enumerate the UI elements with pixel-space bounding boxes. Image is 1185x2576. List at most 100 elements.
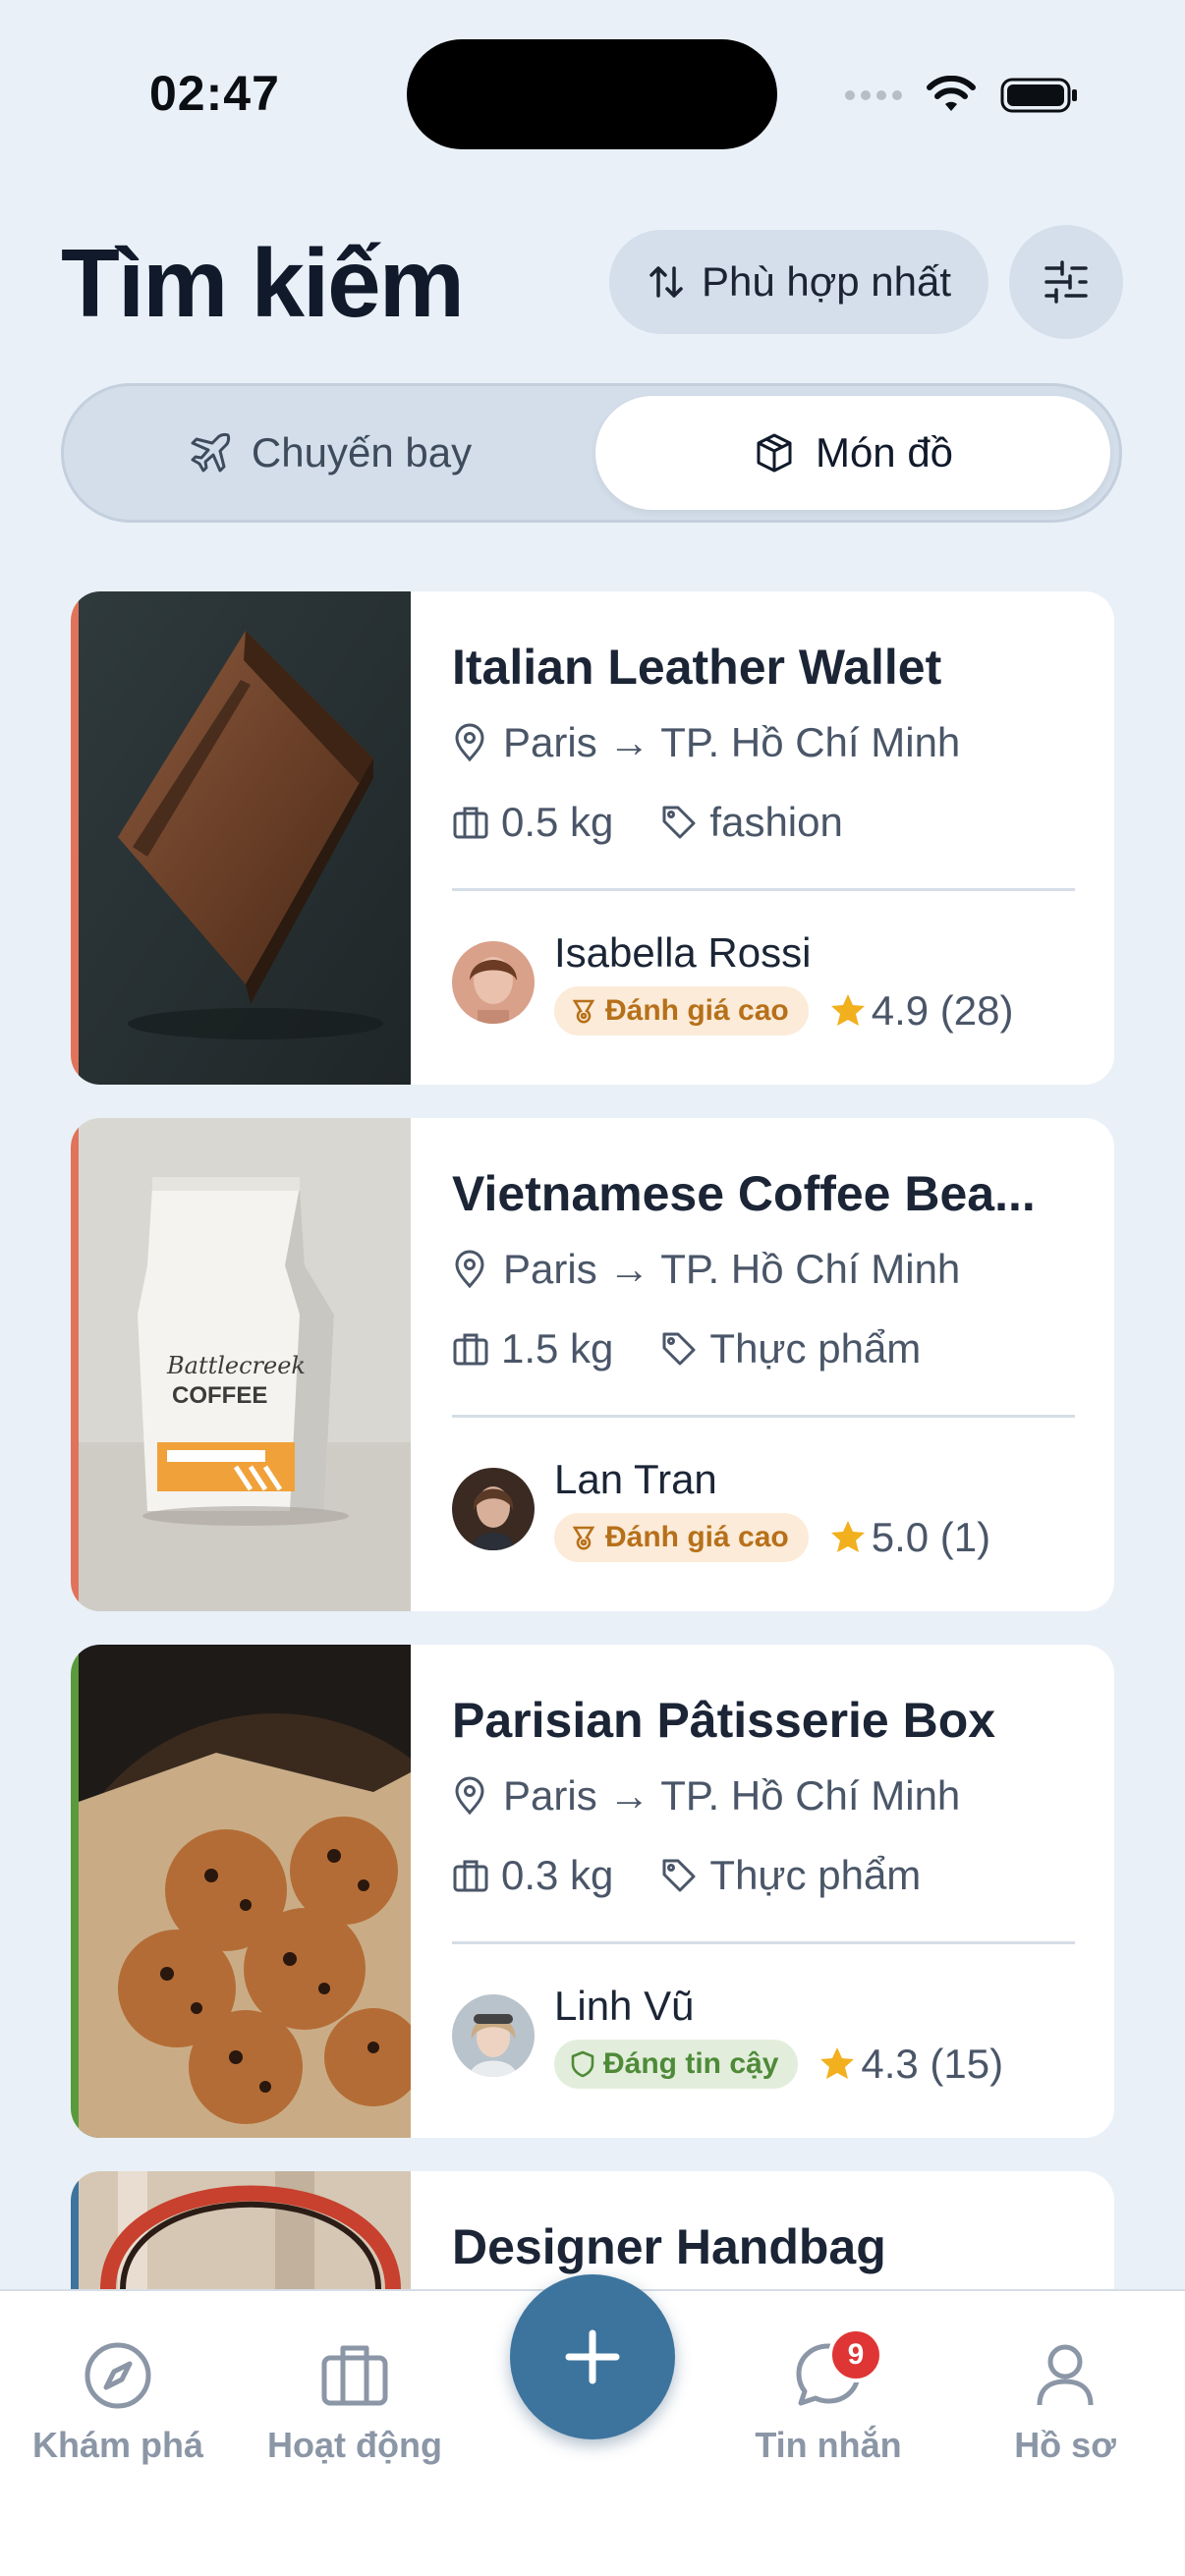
top-rated-badge: Đánh giá cao xyxy=(554,1513,809,1562)
page-title: Tìm kiếm xyxy=(61,229,465,337)
item-title: Italian Leather Wallet xyxy=(452,640,942,695)
nav-explore[interactable]: Khám phá xyxy=(0,2340,236,2466)
luggage-icon xyxy=(453,1333,488,1366)
rating-value: 4.3 (15) xyxy=(861,2041,1004,2087)
item-card[interactable]: Parisian Pâtisserie Box Paris → TP. Hồ C… xyxy=(71,1645,1114,2138)
seller-rating: 4.3 (15) xyxy=(818,2041,1003,2088)
tag-icon xyxy=(662,806,696,839)
svg-text:Battlecreek: Battlecreek xyxy=(166,1352,306,1379)
route: Paris → TP. Hồ Chí Minh xyxy=(452,1246,960,1293)
sliders-icon xyxy=(1044,260,1088,304)
item-meta: 0.5 kg fashion xyxy=(452,799,843,846)
item-weight: 0.5 kg xyxy=(501,799,614,845)
trusted-badge: Đáng tin cậy xyxy=(554,2040,799,2089)
card-body: Vietnamese Coffee Bea... Paris → TP. Hồ … xyxy=(452,1118,1075,1611)
tab-flights-label: Chuyến bay xyxy=(251,429,473,476)
avatar[interactable] xyxy=(452,941,535,1024)
status-icons xyxy=(845,71,1079,120)
route-text: Paris → TP. Hồ Chí Minh xyxy=(503,1246,961,1292)
card-accent xyxy=(71,1118,79,1611)
item-card[interactable]: Battlecreek COFFEE Vietnamese Coffee Bea… xyxy=(71,1118,1114,1611)
wifi-icon xyxy=(927,76,976,111)
seller-name: Isabella Rossi xyxy=(554,929,812,976)
item-photo-coffee: Battlecreek COFFEE xyxy=(79,1118,411,1611)
badge-label: Đáng tin cậy xyxy=(603,2047,779,2080)
sort-arrows-icon xyxy=(649,266,683,298)
unread-messages-badge: 9 xyxy=(828,2327,883,2382)
nav-profile[interactable]: Hồ sơ xyxy=(947,2340,1183,2466)
card-accent xyxy=(71,1645,79,2138)
item-weight: 1.5 kg xyxy=(501,1325,614,1372)
item-card[interactable]: Italian Leather Wallet Paris → TP. Hồ Ch… xyxy=(71,591,1114,1085)
card-accent xyxy=(71,591,79,1085)
sort-button[interactable]: Phù hợp nhất xyxy=(609,230,988,334)
rating-value: 5.0 (1) xyxy=(871,1514,991,1560)
tab-items[interactable]: Món đồ xyxy=(595,396,1110,510)
avatar[interactable] xyxy=(452,1994,535,2077)
seller-name: Lan Tran xyxy=(554,1456,717,1502)
route-text: Paris → TP. Hồ Chí Minh xyxy=(503,1772,961,1819)
card-body: Parisian Pâtisserie Box Paris → TP. Hồ C… xyxy=(452,1645,1075,2138)
tag-icon xyxy=(662,1332,696,1366)
item-photo-cookies xyxy=(79,1645,411,2138)
item-title: Vietnamese Coffee Bea... xyxy=(452,1166,1036,1221)
star-icon xyxy=(830,994,865,1026)
top-rated-badge: Đánh giá cao xyxy=(554,986,809,1036)
route-text: Paris → TP. Hồ Chí Minh xyxy=(503,719,961,765)
avatar[interactable] xyxy=(452,1468,535,1550)
battery-icon xyxy=(1000,78,1077,113)
luggage-icon xyxy=(453,1860,488,1892)
create-button[interactable] xyxy=(510,2274,675,2439)
tab-flights[interactable]: Chuyến bay xyxy=(74,396,587,510)
nav-messages-label: Tin nhắn xyxy=(755,2425,902,2465)
badge-label: Đánh giá cao xyxy=(605,1521,789,1553)
seller-stats: Đánh giá cao 4.9 (28) xyxy=(554,986,1013,1036)
svg-text:COFFEE: COFFEE xyxy=(172,1382,267,1409)
location-pin-icon xyxy=(455,1776,484,1816)
location-pin-icon xyxy=(455,723,484,762)
award-icon xyxy=(572,999,595,1024)
briefcase-icon xyxy=(321,2345,388,2406)
seller-name: Linh Vũ xyxy=(554,1983,695,2029)
item-category: Thực phẩm xyxy=(709,1325,922,1372)
nav-profile-label: Hồ sơ xyxy=(1014,2425,1116,2465)
nav-explore-label: Khám phá xyxy=(31,2425,204,2465)
rating-value: 4.9 (28) xyxy=(871,987,1014,1034)
star-icon xyxy=(820,2047,855,2079)
route: Paris → TP. Hồ Chí Minh xyxy=(452,719,960,766)
compass-icon xyxy=(85,2342,151,2409)
divider xyxy=(452,888,1075,891)
seller-rating: 4.9 (28) xyxy=(828,987,1014,1035)
tag-icon xyxy=(662,1859,696,1892)
item-weight: 0.3 kg xyxy=(501,1852,614,1898)
nav-activity[interactable]: Hoạt động xyxy=(237,2340,473,2466)
plus-icon xyxy=(565,2329,620,2384)
star-icon xyxy=(830,1521,865,1552)
search-type-toggle: Chuyến bay Món đồ xyxy=(61,383,1122,523)
item-category: fashion xyxy=(709,799,843,845)
item-meta: 0.3 kg Thực phẩm xyxy=(452,1852,921,1899)
cellular-signal-icon xyxy=(845,90,902,100)
dynamic-island xyxy=(407,39,777,149)
tab-items-label: Món đồ xyxy=(815,429,954,476)
item-title: Designer Handbag xyxy=(452,2219,886,2274)
nav-activity-label: Hoạt động xyxy=(267,2425,442,2465)
seller-stats: Đánh giá cao 5.0 (1) xyxy=(554,1513,990,1562)
divider xyxy=(452,1941,1075,1944)
seller-rating: 5.0 (1) xyxy=(828,1514,990,1561)
shield-icon xyxy=(571,2050,594,2078)
item-title: Parisian Pâtisserie Box xyxy=(452,1693,996,1748)
user-icon xyxy=(1037,2344,1094,2406)
item-photo-wallet xyxy=(79,591,411,1085)
airplane-icon xyxy=(191,432,231,473)
luggage-icon xyxy=(453,807,488,839)
badge-label: Đánh giá cao xyxy=(605,994,789,1027)
item-category: Thực phẩm xyxy=(709,1852,922,1898)
sort-label: Phù hợp nhất xyxy=(701,258,952,305)
card-body: Italian Leather Wallet Paris → TP. Hồ Ch… xyxy=(452,591,1075,1085)
seller-stats: Đáng tin cậy 4.3 (15) xyxy=(554,2040,1003,2089)
filter-button[interactable] xyxy=(1009,225,1123,339)
location-pin-icon xyxy=(455,1250,484,1289)
route: Paris → TP. Hồ Chí Minh xyxy=(452,1772,960,1820)
package-icon xyxy=(757,433,792,473)
